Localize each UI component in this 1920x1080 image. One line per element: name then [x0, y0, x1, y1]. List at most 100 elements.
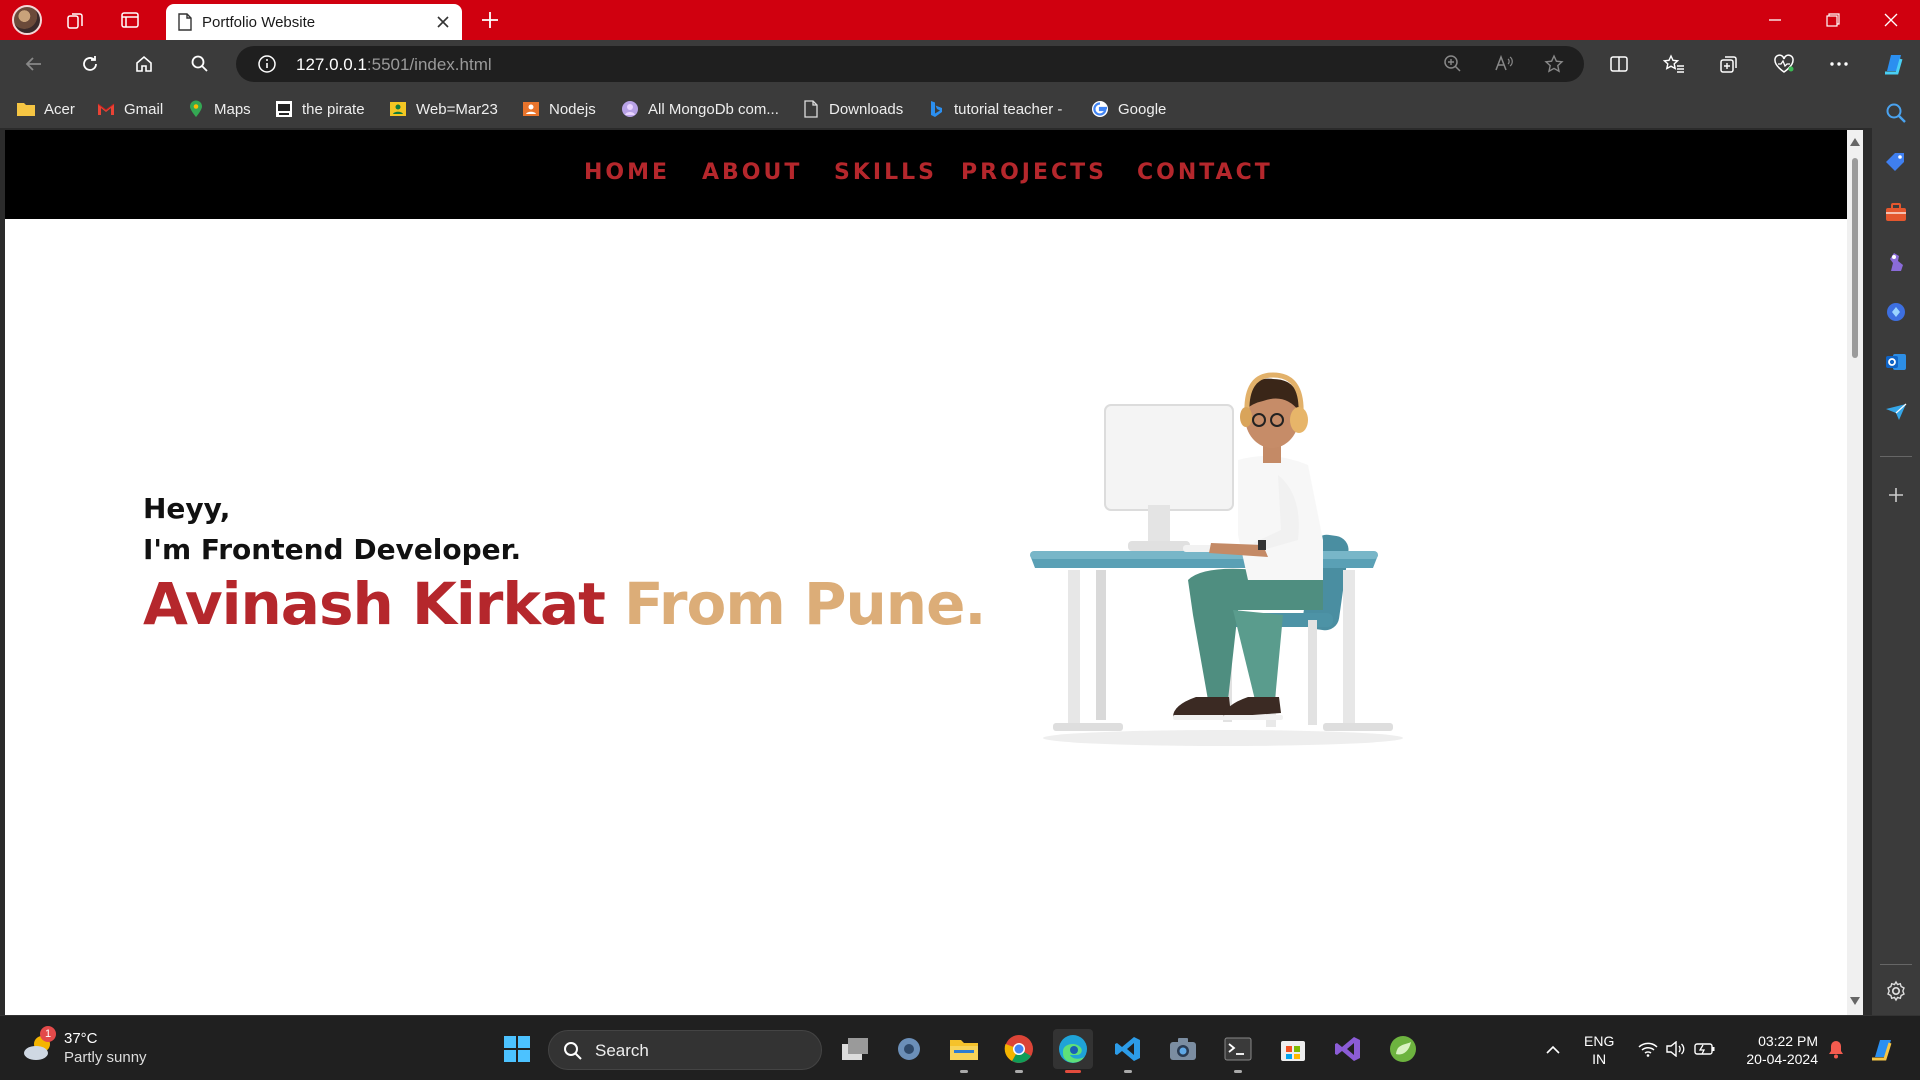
running-indicator: [1124, 1070, 1132, 1073]
bookmark-label: the pirate: [302, 100, 365, 118]
home-icon[interactable]: [126, 48, 162, 80]
gmail-icon: [96, 100, 116, 118]
bookmark-downloads[interactable]: Downloads: [801, 97, 903, 121]
nav-link-about[interactable]: ABOUT: [702, 160, 802, 185]
battery-icon[interactable]: [1694, 1038, 1716, 1060]
running-indicator: [1015, 1070, 1023, 1073]
start-button[interactable]: [497, 1029, 537, 1069]
classroom-icon: [388, 100, 408, 118]
taskbar-app-settings[interactable]: [889, 1029, 929, 1069]
camera-icon: [1170, 1038, 1196, 1060]
mongodb-icon: [620, 100, 640, 118]
nav-link-contact[interactable]: CONTACT: [1137, 160, 1273, 185]
task-view-icon: [842, 1038, 868, 1060]
hero-name: Avinash Kirkat: [143, 570, 606, 638]
hero-headline: Avinash Kirkat From Pune.: [143, 570, 986, 638]
taskbar-app-visual-studio[interactable]: [1328, 1029, 1368, 1069]
store-icon: [1281, 1041, 1305, 1061]
tab-actions-icon[interactable]: [110, 4, 150, 36]
url-path: :5501/index.html: [366, 55, 492, 74]
read-aloud-icon[interactable]: [1491, 52, 1517, 76]
close-window-icon[interactable]: [1862, 0, 1920, 40]
taskbar-app-edge[interactable]: [1053, 1029, 1093, 1073]
search-icon[interactable]: [182, 48, 218, 80]
new-tab-icon[interactable]: [470, 4, 510, 36]
bookmark-web-mar23[interactable]: Web=Mar23: [388, 97, 498, 121]
weather-widget[interactable]: 1 37°C Partly sunny: [20, 1026, 170, 1070]
sidebar-copilot-icon[interactable]: [1882, 298, 1910, 326]
sidebar-games-icon[interactable]: [1882, 248, 1910, 276]
bookmark-acer[interactable]: Acer: [16, 97, 75, 121]
bookmark-tutorial-teacher[interactable]: tutorial teacher -: [926, 97, 1062, 121]
bookmark-label: Nodejs: [549, 100, 596, 118]
taskbar-app-vscode[interactable]: [1108, 1029, 1148, 1073]
hero-location: From Pune.: [624, 570, 986, 638]
site-info-icon[interactable]: [254, 52, 280, 76]
bookmark-the-pirate[interactable]: the pirate: [274, 97, 365, 121]
taskbar-app-file-explorer[interactable]: [944, 1029, 984, 1073]
profile-avatar[interactable]: [12, 5, 42, 35]
back-icon[interactable]: [16, 48, 52, 80]
taskbar-app-store[interactable]: [1273, 1029, 1313, 1069]
taskbar-app-task-view[interactable]: [835, 1029, 875, 1069]
favorite-star-icon[interactable]: [1541, 52, 1567, 76]
sidebar-add-icon[interactable]: [1882, 481, 1910, 509]
restore-icon[interactable]: [1804, 0, 1862, 40]
page-scrollbar[interactable]: [1847, 130, 1863, 1015]
volume-icon[interactable]: [1665, 1038, 1687, 1060]
running-indicator: [1234, 1070, 1242, 1073]
zoom-icon[interactable]: [1440, 52, 1466, 76]
wifi-icon[interactable]: [1637, 1038, 1659, 1060]
bookmark-nodejs[interactable]: Nodejs: [521, 97, 596, 121]
refresh-icon[interactable]: [72, 48, 108, 80]
copilot-taskbar-icon[interactable]: [1868, 1034, 1898, 1064]
workspaces-icon[interactable]: [56, 4, 96, 36]
show-hidden-icons-icon[interactable]: [1542, 1038, 1564, 1060]
browser-essentials-icon[interactable]: [1766, 48, 1802, 80]
copilot-icon[interactable]: [1876, 48, 1912, 80]
bookmark-gmail[interactable]: Gmail: [96, 97, 163, 121]
taskbar-app-spring-tools[interactable]: [1383, 1029, 1423, 1069]
search-icon: [564, 1042, 582, 1060]
taskbar-app-terminal[interactable]: [1218, 1029, 1258, 1073]
nav-link-skills[interactable]: SKILLS: [834, 160, 937, 185]
collections-icon[interactable]: [1711, 48, 1747, 80]
bookmark-mongodb[interactable]: All MongoDb com...: [620, 97, 779, 121]
scrollbar-thumb[interactable]: [1852, 158, 1858, 358]
taskbar-search[interactable]: Search: [548, 1030, 822, 1070]
language-code: ENG: [1584, 1033, 1615, 1049]
taskbar-app-chrome[interactable]: [999, 1029, 1039, 1073]
url-host: 127.0.0.1: [296, 55, 367, 74]
scroll-up-arrow-icon[interactable]: [1850, 138, 1860, 146]
bookmark-maps[interactable]: Maps: [186, 97, 251, 121]
more-options-icon[interactable]: [1821, 48, 1857, 80]
notification-bell-icon[interactable]: [1825, 1038, 1847, 1060]
favorites-icon[interactable]: [1656, 48, 1692, 80]
url-text: 127.0.0.1:5501/index.html: [296, 55, 492, 75]
sidebar-settings-icon[interactable]: [1882, 977, 1910, 1005]
address-bar[interactable]: 127.0.0.1:5501/index.html: [236, 46, 1584, 82]
browser-tab[interactable]: Portfolio Website: [166, 4, 462, 40]
weather-badge: 1: [40, 1026, 56, 1042]
bookmark-label: Gmail: [124, 100, 164, 118]
sidebar-outlook-icon[interactable]: [1882, 348, 1910, 376]
close-tab-icon[interactable]: [436, 15, 450, 29]
bookmark-label: Acer: [44, 100, 75, 118]
sidebar-tools-icon[interactable]: [1882, 198, 1910, 226]
taskbar-app-camera[interactable]: [1163, 1029, 1203, 1069]
sidebar-shopping-icon[interactable]: [1882, 148, 1910, 176]
nav-link-projects[interactable]: PROJECTS: [961, 160, 1107, 185]
minimize-icon[interactable]: [1746, 0, 1804, 40]
region-code: IN: [1592, 1051, 1607, 1067]
nav-link-home[interactable]: HOME: [584, 160, 670, 185]
scroll-down-arrow-icon[interactable]: [1850, 997, 1860, 1005]
page-viewport: HOME ABOUT SKILLS PROJECTS CONTACT Heyy,…: [5, 130, 1847, 1015]
system-clock[interactable]: 03:22 PM 20-04-2024: [1732, 1032, 1818, 1068]
language-indicator[interactable]: ENG IN: [1584, 1032, 1614, 1068]
bookmarks-bar: Acer Gmail Maps the pirate Web=Mar23 Nod…: [0, 88, 1920, 128]
bookmark-label: Maps: [214, 100, 251, 118]
sidebar-drop-icon[interactable]: [1882, 398, 1910, 426]
split-screen-icon[interactable]: [1601, 48, 1637, 80]
sidebar-search-icon[interactable]: [1882, 99, 1910, 127]
bookmark-google[interactable]: Google: [1090, 97, 1166, 121]
